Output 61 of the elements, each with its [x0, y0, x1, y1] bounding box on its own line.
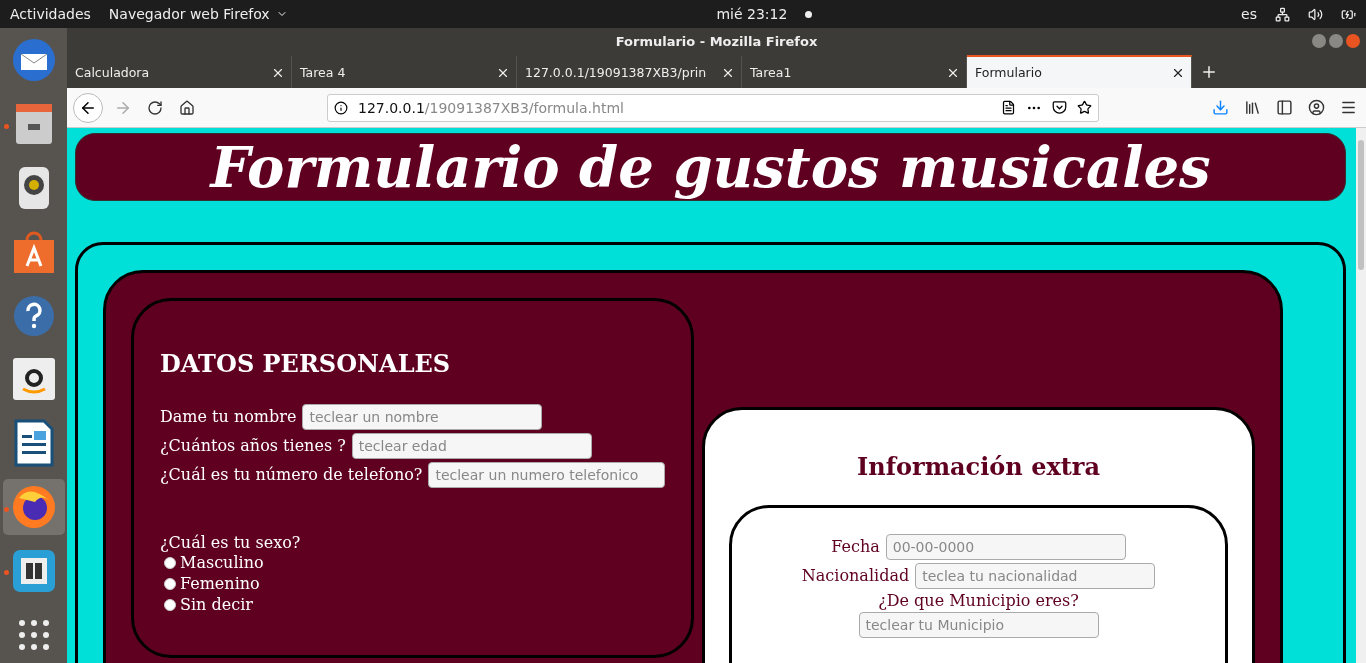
window-app-icon[interactable]	[12, 549, 55, 592]
library-icon[interactable]	[1243, 99, 1261, 116]
account-icon[interactable]	[1307, 99, 1325, 116]
scrollbar-thumb[interactable]	[1358, 140, 1364, 270]
input-field[interactable]: teclear un nombre	[302, 403, 543, 430]
activities-button[interactable]: Actividades	[10, 6, 91, 22]
reload-icon[interactable]	[147, 99, 163, 116]
field-label: Fecha	[831, 537, 880, 556]
radio-label: Masculino	[180, 553, 264, 572]
section-heading: Información extra	[856, 452, 1101, 481]
maximize-button[interactable]	[1329, 34, 1343, 48]
download-icon[interactable]	[1211, 99, 1229, 116]
browser-tab[interactable]: Formulario	[967, 55, 1192, 88]
address-bar[interactable]: 127.0.0.1/19091387XB3/formula.html	[327, 93, 1099, 122]
question-text: ¿De que Municipio eres?	[878, 590, 1079, 610]
shop-logo-icon[interactable]	[12, 358, 55, 401]
clock[interactable]: mié 23:12	[716, 6, 788, 22]
pocket-icon[interactable]	[1052, 100, 1067, 115]
app-menu[interactable]: Navegador web Firefox	[108, 6, 288, 22]
status-dot-icon	[805, 10, 813, 18]
window-title: Formulario - Mozilla Firefox	[615, 34, 818, 49]
bookmark-star-icon[interactable]	[1077, 100, 1092, 115]
info-icon[interactable]	[334, 100, 348, 115]
home-icon[interactable]	[179, 99, 195, 116]
input-field[interactable]: teclear un numero telefonico	[428, 461, 665, 488]
field-label: ¿Cuál es tu número de telefono?	[160, 465, 423, 484]
menu-icon[interactable]	[1339, 99, 1357, 116]
keyboard-layout[interactable]: es	[1241, 6, 1257, 22]
radio-label: Sin decir	[180, 595, 253, 614]
document-icon[interactable]	[13, 419, 54, 468]
radio-label: Femenino	[180, 574, 260, 593]
browser-icon[interactable]	[10, 483, 57, 530]
shopping-bag-icon[interactable]	[12, 229, 55, 274]
mail-app-icon[interactable]	[10, 37, 57, 84]
running-indicator	[3, 506, 9, 512]
help-icon[interactable]	[12, 294, 55, 337]
running-indicator	[3, 570, 9, 576]
input-field[interactable]: teclea tu nacionalidad	[915, 562, 1156, 589]
dock-item[interactable]	[2, 478, 65, 536]
field-label: Dame tu nombre	[160, 407, 297, 426]
volume-icon[interactable]	[1308, 6, 1323, 22]
back-button[interactable]	[73, 92, 103, 123]
running-indicator	[3, 123, 9, 129]
reader-view-icon[interactable]	[1001, 100, 1016, 115]
input-field[interactable]: teclear tu Municipio	[858, 611, 1099, 638]
app-grid-icon[interactable]	[17, 618, 50, 651]
minimize-button[interactable]	[1312, 34, 1326, 48]
page-title-banner: Formulario de gustos musicales	[75, 133, 1346, 201]
section-heading: DATOS PERSONALES	[160, 349, 452, 378]
input-field[interactable]: 00-00-0000	[885, 533, 1126, 560]
radio-button[interactable]	[164, 556, 176, 569]
question-text: ¿Cuál es tu sexo?	[160, 533, 302, 552]
field-label: Nacionalidad	[801, 566, 910, 585]
file-cabinet-icon[interactable]	[13, 102, 54, 147]
radio-button[interactable]	[164, 577, 176, 590]
radio-button[interactable]	[164, 598, 176, 611]
input-field[interactable]: teclear edad	[351, 432, 592, 459]
close-button[interactable]	[1346, 34, 1360, 48]
field-label: ¿Cuántos años tienes ?	[160, 436, 346, 455]
network-icon[interactable]	[1275, 6, 1290, 22]
sidebar-icon[interactable]	[1275, 99, 1293, 116]
